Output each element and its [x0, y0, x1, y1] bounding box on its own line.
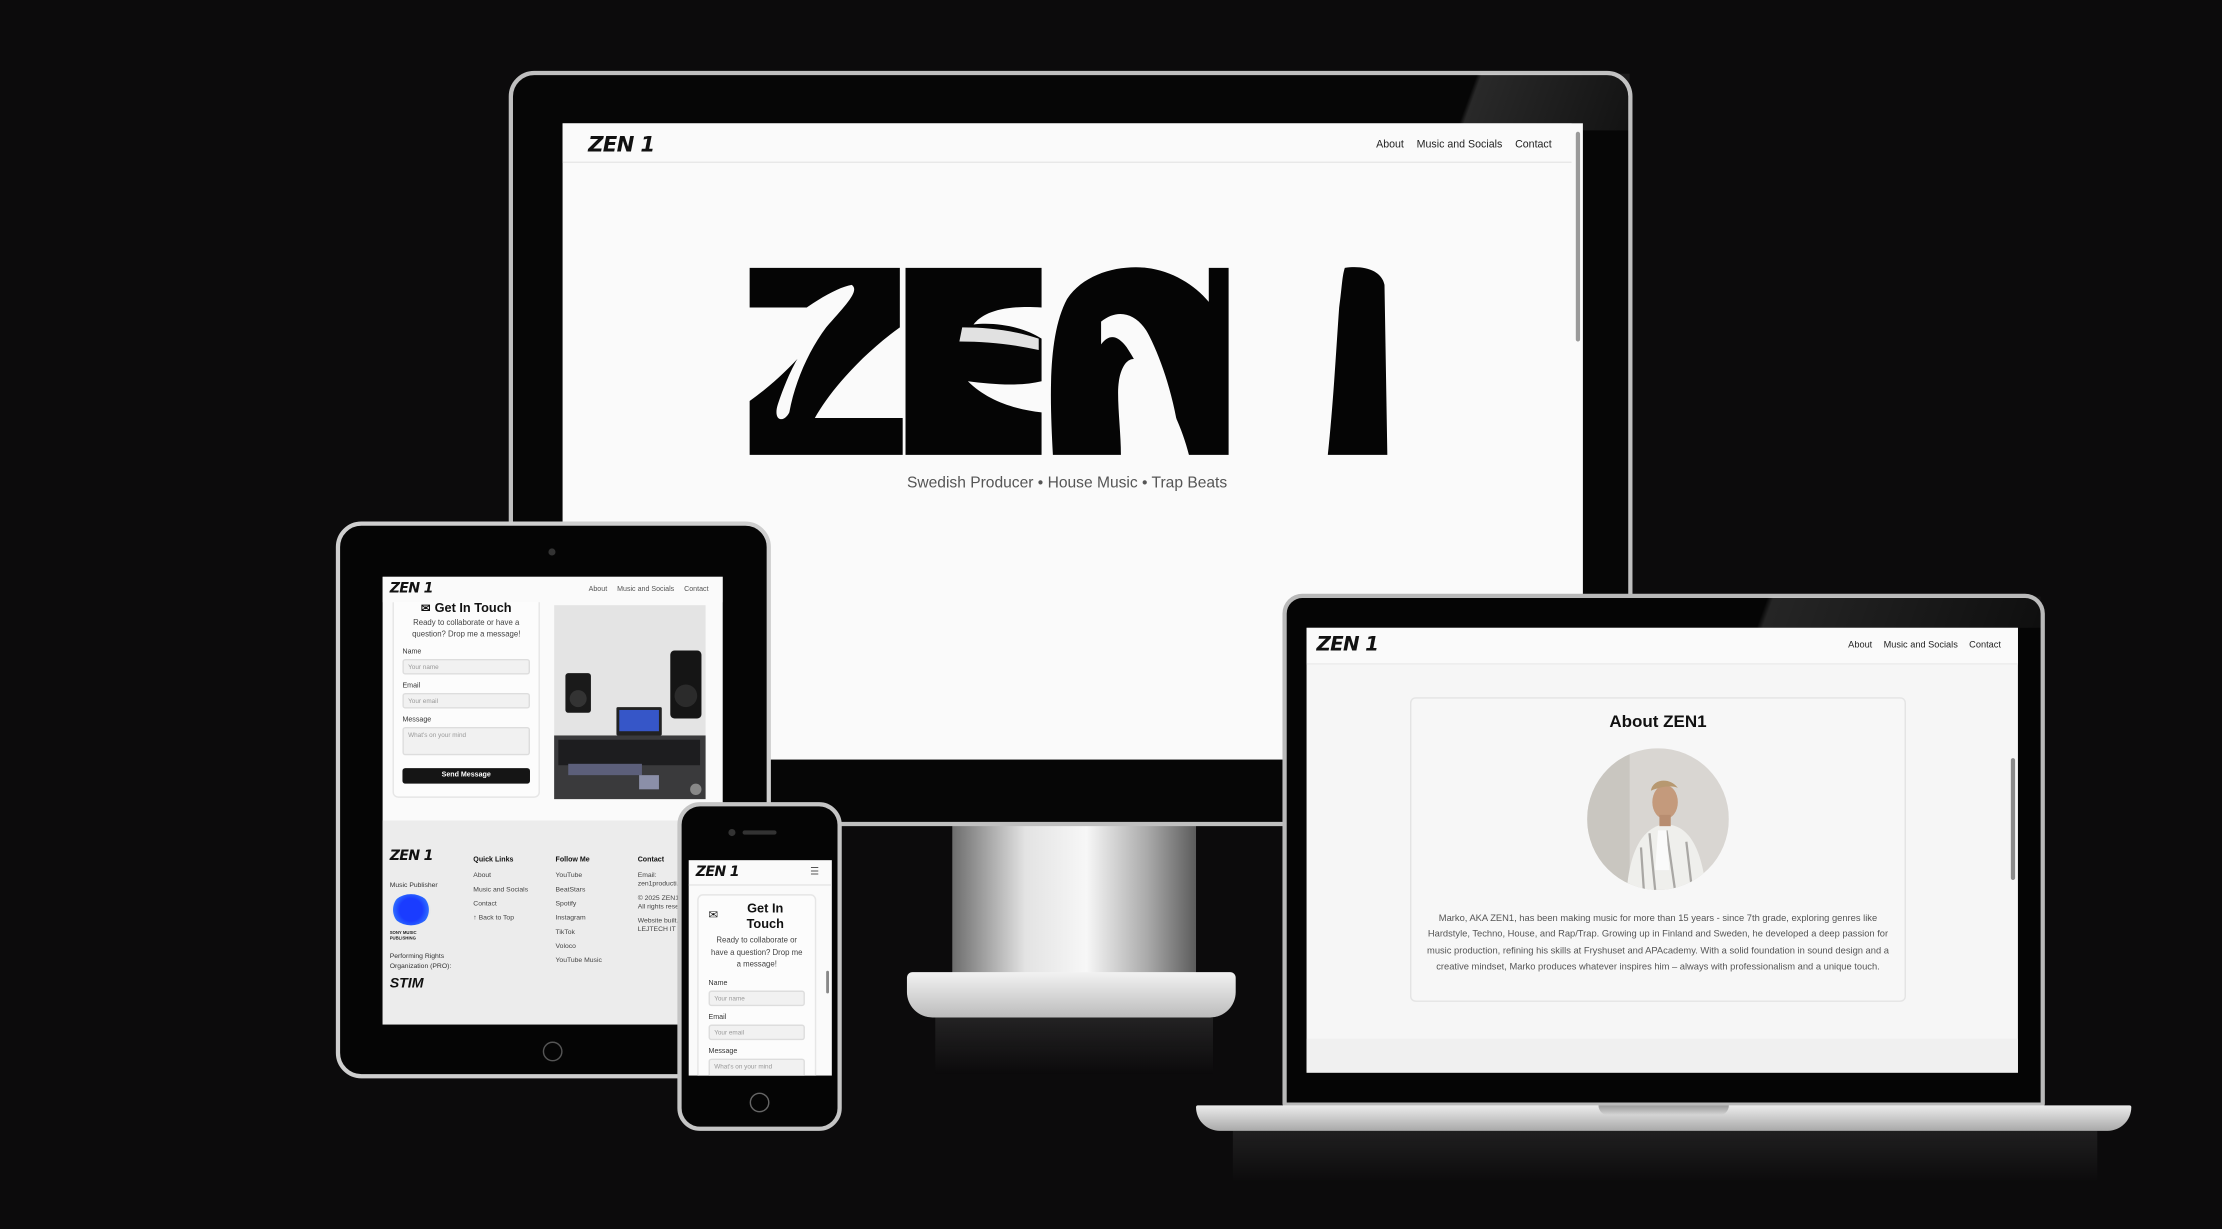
follow-instagram[interactable]: Instagram: [555, 915, 629, 922]
quick-link-contact[interactable]: Contact: [473, 901, 550, 908]
follow-tiktok[interactable]: TikTok: [555, 930, 629, 937]
mail-icon: ✉: [708, 908, 719, 922]
tablet-camera: [548, 548, 556, 556]
tablet-message-textarea[interactable]: What's on your mind: [402, 726, 530, 756]
hero-letter-1: [1327, 267, 1388, 455]
follow-heading: Follow Me: [555, 855, 590, 865]
phone-name-label: Name: [708, 978, 728, 988]
laptop-glare: [1743, 596, 2041, 628]
laptop-nav-contact[interactable]: Contact: [1969, 641, 2001, 651]
back-to-top-link[interactable]: ↑ Back to Top: [473, 915, 550, 922]
profile-photo: [1587, 748, 1729, 890]
monitor-stand-neck: [952, 824, 1197, 978]
phone-email-label: Email: [708, 1012, 727, 1022]
sony-music-logo: [391, 894, 431, 926]
footer-logo: ZEN 1: [389, 848, 434, 865]
tablet-email-input[interactable]: Your email: [402, 692, 530, 709]
tablet-contact-card: ✉ Get In Touch Ready to collaborate or ha…: [392, 593, 540, 798]
phone-contact-subtitle: Ready to collaborate or have a question?…: [711, 936, 803, 970]
phone-screen: ZEN 1 ☰ ✉ Get In Touch Ready to collabor…: [688, 860, 832, 1076]
follow-voloco[interactable]: Voloco: [555, 944, 629, 951]
tablet-message-label: Message: [402, 715, 432, 725]
about-bio: Marko, AKA ZEN1, has been making music f…: [1427, 914, 1889, 973]
desktop-scrollbar[interactable]: [1575, 131, 1581, 342]
nav-contact[interactable]: Contact: [1515, 137, 1552, 150]
hero-letter-e: [905, 267, 1042, 455]
nav-about[interactable]: About: [1376, 137, 1404, 150]
follow-beatstars[interactable]: BeatStars: [555, 887, 629, 894]
tablet-header: ZEN 1 About Music and Socials Contact: [382, 576, 723, 603]
laptop-scrollbar[interactable]: [2010, 758, 2016, 881]
follow-youtube-music[interactable]: YouTube Music: [555, 958, 629, 965]
footer-quick-links: Quick Links About Music and Socials Cont…: [473, 856, 550, 930]
phone-speaker: [742, 830, 777, 835]
laptop-notch: [1598, 1105, 1729, 1116]
laptop-nav-about[interactable]: About: [1848, 641, 1872, 651]
stim-logo: STIM: [389, 976, 424, 992]
tablet-screen: ZEN 1 About Music and Socials Contact ✉ G…: [382, 576, 723, 1025]
laptop-nav: About Music and Socials Contact: [1848, 641, 2001, 651]
hero-tagline: Swedish Producer • House Music • Trap Be…: [906, 474, 1228, 492]
phone-message-label: Message: [708, 1046, 738, 1056]
phone-message-textarea[interactable]: What's on your mind: [708, 1057, 805, 1076]
tablet-contact-subtitle: Ready to collaborate or have a question?…: [412, 619, 521, 640]
laptop-next-section: [1306, 1038, 2018, 1073]
about-card: About ZEN1 Marko, AKA ZEN1, has been mak…: [1410, 697, 1906, 1002]
monitor-glare: [1402, 73, 1630, 131]
tablet-name-label: Name: [402, 647, 422, 657]
desktop-logo[interactable]: ZEN 1: [588, 132, 655, 158]
monitor-reflection: [935, 1017, 1214, 1075]
tablet-nav-about[interactable]: About: [589, 585, 608, 594]
tablet-contact-title: ✉ Get In Touch: [420, 600, 512, 616]
laptop-nav-music[interactable]: Music and Socials: [1884, 641, 1958, 651]
laptop-screen: ZEN 1 About Music and Socials Contact Ab…: [1306, 627, 2018, 1073]
phone-scrollbar[interactable]: [826, 970, 829, 994]
phone-name-input[interactable]: Your name: [708, 989, 805, 1006]
quick-link-about[interactable]: About: [473, 873, 550, 880]
hero-letter-n: [1050, 267, 1229, 455]
about-title: About ZEN1: [1609, 711, 1707, 732]
studio-photo: [554, 605, 706, 800]
footer-follow: Follow Me YouTube BeatStars Spotify Inst…: [555, 856, 629, 972]
nav-music-and-socials[interactable]: Music and Socials: [1417, 137, 1503, 150]
tablet-footer: ZEN 1 Music Publisher SONY MUSIC PUBLISH…: [382, 820, 723, 1025]
tablet-nav-music[interactable]: Music and Socials: [617, 585, 674, 594]
sony-logo-text: SONY MUSIC PUBLISHING: [389, 929, 417, 941]
laptop-header: ZEN 1 About Music and Socials Contact: [1306, 627, 2018, 665]
monitor-stand-base: [906, 972, 1236, 1018]
phone-camera: [728, 828, 736, 837]
tablet-email-label: Email: [402, 681, 421, 691]
quick-links-heading: Quick Links: [473, 855, 514, 865]
tablet-send-button[interactable]: Send Message: [402, 768, 530, 784]
laptop-logo[interactable]: ZEN 1: [1316, 633, 1378, 656]
phone-home-button[interactable]: [749, 1092, 770, 1113]
device-mockup-stage: ZEN 1 About Music and Socials Contact Sw…: [0, 0, 2222, 1229]
quick-link-music[interactable]: Music and Socials: [473, 887, 550, 894]
desktop-header: ZEN 1 About Music and Socials Contact: [562, 123, 1572, 163]
pro-label: Performing Rights Organization (PRO):: [389, 953, 452, 971]
tablet-nav: About Music and Socials Contact: [589, 585, 709, 594]
phone-header: ZEN 1 ☰: [688, 860, 832, 886]
phone-email-input[interactable]: Your email: [708, 1023, 805, 1040]
follow-spotify[interactable]: Spotify: [555, 901, 629, 908]
tablet-name-input[interactable]: Your name: [402, 658, 530, 675]
hero-letter-z: [749, 267, 903, 455]
phone-contact-card: ✉ Get In Touch Ready to collaborate or h…: [697, 894, 817, 1076]
laptop-shadow: [1232, 1130, 2098, 1182]
follow-youtube[interactable]: YouTube: [555, 873, 629, 880]
desktop-nav: About Music and Socials Contact: [1376, 137, 1552, 150]
phone-contact-title: Get In Touch: [746, 901, 784, 932]
phone-logo[interactable]: ZEN 1: [696, 864, 740, 880]
tablet-home-button[interactable]: [542, 1041, 563, 1062]
menu-icon[interactable]: ☰: [810, 866, 819, 877]
publisher-label: Music Publisher: [389, 882, 438, 890]
mail-icon: ✉: [420, 602, 431, 616]
tablet-nav-contact[interactable]: Contact: [684, 585, 708, 594]
tablet-logo[interactable]: ZEN 1: [390, 581, 434, 597]
hero-zen1-logo: [749, 267, 1388, 455]
